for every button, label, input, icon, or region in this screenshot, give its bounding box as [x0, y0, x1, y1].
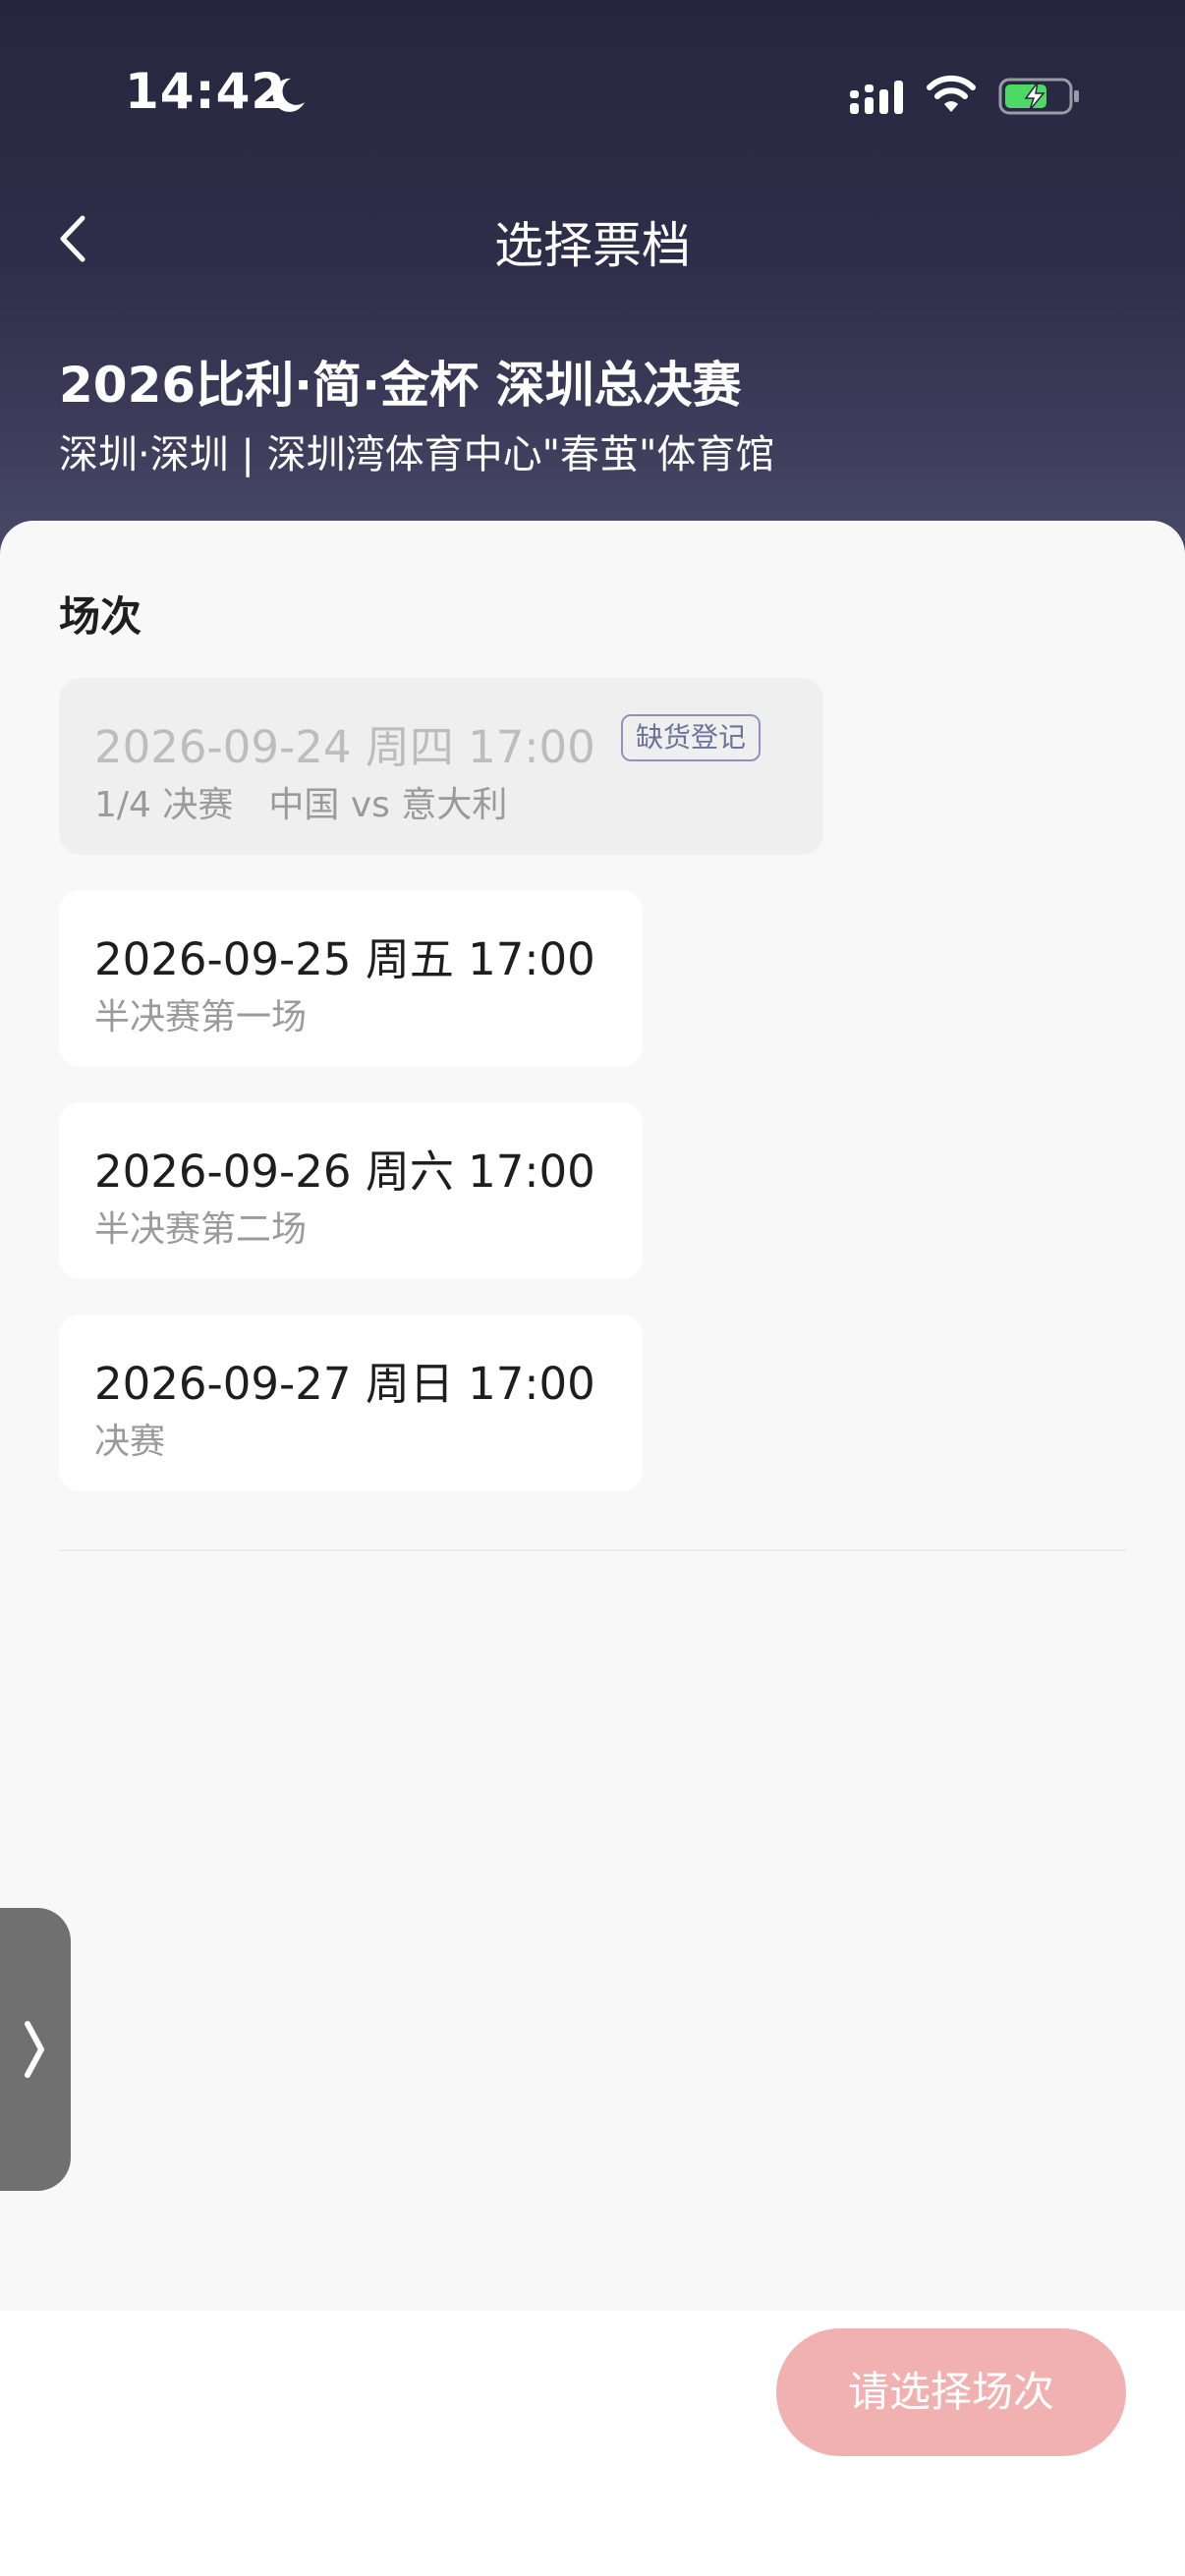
session-card-0926[interactable]: 2026-09-26 周六 17:00 半决赛第二场: [59, 1102, 643, 1279]
event-venue: 深圳·深圳 | 深圳湾体育中心"春茧"体育馆: [59, 432, 775, 477]
stock-registration-badge[interactable]: 缺货登记: [621, 714, 762, 761]
session-date: 2026-09-27 周日 17:00: [94, 1358, 595, 1410]
moon-icon: [272, 78, 305, 112]
divider: [59, 1549, 1126, 1551]
signal-icon: [850, 81, 903, 114]
battery-charging-icon: [998, 78, 1079, 115]
status-bar: 14:42: [0, 0, 1185, 187]
session-date: 2026-09-24 周四 17:00: [94, 721, 595, 773]
select-session-button[interactable]: 请选择场次: [776, 2328, 1126, 2456]
wifi-icon: [927, 75, 976, 112]
session-desc: 决赛: [94, 1422, 166, 1462]
session-card-0925[interactable]: 2026-09-25 周五 17:00 半决赛第一场: [59, 890, 643, 1067]
event-title: 2026比利·简·金杯 深圳总决赛: [59, 357, 742, 414]
section-title: 场次: [59, 592, 142, 641]
session-date: 2026-09-25 周五 17:00: [94, 933, 595, 985]
chevron-right-icon: [25, 2021, 44, 2078]
session-desc: 1/4 决赛 中国 vs 意大利: [94, 785, 508, 825]
session-panel: 场次 2026-09-24 周四 17:00 缺货登记 1/4 决赛 中国 vs…: [0, 521, 1185, 2311]
status-time: 14:42: [125, 63, 287, 120]
side-drawer-handle[interactable]: [0, 1908, 71, 2191]
session-card-0924[interactable]: 2026-09-24 周四 17:00 缺货登记 1/4 决赛 中国 vs 意大…: [59, 678, 823, 855]
session-desc: 半决赛第一场: [94, 997, 308, 1037]
footer-bar: 请选择场次: [0, 2311, 1185, 2576]
session-date: 2026-09-26 周六 17:00: [94, 1146, 595, 1198]
page-title: 选择票档: [494, 217, 691, 274]
session-desc: 半决赛第二场: [94, 1209, 308, 1250]
session-card-0927[interactable]: 2026-09-27 周日 17:00 决赛: [59, 1315, 643, 1491]
header: 14:42 选择票档 2026比利·简·金杯 深圳总决赛 深圳·深圳 | 深圳湾: [0, 0, 1185, 580]
